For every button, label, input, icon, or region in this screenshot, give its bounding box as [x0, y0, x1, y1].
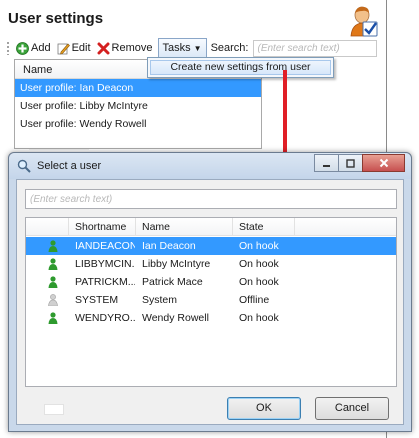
select-user-dialog: Select a user Shortname Name State I: [8, 152, 412, 432]
cell-shortname: IANDEACON: [75, 240, 135, 252]
remove-icon: [97, 42, 110, 54]
toolbar-grip[interactable]: [6, 41, 10, 55]
cell-state: On hook: [239, 240, 279, 252]
add-button[interactable]: Add: [13, 38, 54, 58]
list-item[interactable]: User profile: Libby McIntyre: [15, 97, 261, 115]
table-row[interactable]: SYSTEM System Offline: [26, 291, 396, 309]
cell-name: Libby McIntyre: [142, 258, 211, 270]
list-item-label: User profile: Wendy Rowell: [20, 118, 147, 130]
user-green-icon: [45, 273, 61, 291]
cell-state: On hook: [239, 276, 279, 288]
grid-header: Shortname Name State: [26, 218, 396, 236]
cell-name: Ian Deacon: [142, 240, 196, 252]
cell-state: On hook: [239, 258, 279, 270]
magnifier-icon: [17, 159, 31, 173]
menu-item-create-settings-from-user[interactable]: Create new settings from user: [150, 60, 331, 75]
dialog-titlebar[interactable]: Select a user: [9, 153, 411, 179]
tasks-menu-label: Tasks: [162, 42, 191, 54]
column-header-state[interactable]: State: [233, 218, 295, 236]
divider: [29, 149, 89, 150]
add-button-label: Add: [31, 42, 51, 54]
search-label: Search:: [210, 42, 249, 54]
column-header-icon[interactable]: [26, 218, 69, 236]
maximize-button[interactable]: [338, 154, 363, 172]
remove-button-label: Remove: [111, 42, 153, 54]
tasks-dropdown-menu: Create new settings from user: [147, 57, 334, 78]
user-check-icon: [350, 6, 378, 37]
user-search-input[interactable]: [25, 189, 397, 209]
edit-button-label: Edit: [71, 42, 91, 54]
table-row[interactable]: LIBBYMCIN... Libby McIntyre On hook: [26, 255, 396, 273]
user-grid: Shortname Name State IANDEACON Ian Deaco…: [25, 217, 397, 387]
page-title: User settings: [8, 10, 104, 27]
cell-shortname: SYSTEM: [75, 294, 119, 306]
search-input[interactable]: [253, 39, 378, 57]
cell-state: Offline: [239, 294, 270, 306]
tasks-menu-button[interactable]: Tasks ▼: [157, 38, 207, 58]
column-header-shortname[interactable]: Shortname: [69, 218, 136, 236]
edit-button[interactable]: Edit: [54, 38, 94, 58]
list-item-label: User profile: Libby McIntyre: [20, 100, 148, 112]
cell-name: System: [142, 294, 178, 306]
cell-shortname: WENDYRO...: [75, 312, 135, 324]
maximize-icon: [346, 158, 355, 168]
edit-icon: [57, 43, 70, 54]
column-header-name[interactable]: Name: [136, 218, 233, 236]
table-row[interactable]: WENDYRO... Wendy Rowell On hook: [26, 309, 396, 327]
list-item[interactable]: User profile: Wendy Rowell: [15, 115, 261, 133]
cell-name: Wendy Rowell: [142, 312, 209, 324]
list-item[interactable]: User profile: Ian Deacon: [15, 79, 261, 97]
cancel-button[interactable]: Cancel: [315, 397, 389, 420]
add-icon: [16, 41, 29, 55]
cell-shortname: LIBBYMCIN...: [75, 258, 135, 270]
cell-name: Patrick Mace: [142, 276, 203, 288]
user-gray-icon: [45, 291, 61, 309]
user-green-icon: [45, 255, 61, 273]
user-green-icon: [45, 309, 61, 327]
close-icon: [379, 158, 388, 168]
ok-button[interactable]: OK: [227, 397, 301, 420]
minimize-icon: [323, 164, 330, 167]
chevron-down-icon: ▼: [193, 43, 202, 53]
cell-shortname: PATRICKM...: [75, 276, 135, 288]
remove-button[interactable]: Remove: [94, 38, 156, 58]
dialog-title: Select a user: [37, 160, 102, 172]
cell-state: On hook: [239, 312, 279, 324]
table-row[interactable]: PATRICKM... Patrick Mace On hook: [26, 273, 396, 291]
minimize-button[interactable]: [314, 154, 339, 172]
status-indicator: [44, 404, 64, 415]
table-row[interactable]: IANDEACON Ian Deacon On hook: [26, 237, 396, 255]
user-green-icon: [45, 237, 61, 255]
list-item-label: User profile: Ian Deacon: [20, 82, 134, 94]
close-button[interactable]: [362, 154, 405, 172]
window-controls: [314, 154, 405, 172]
toolbar: Add Edit Remove Tasks ▼ Search:: [6, 38, 384, 58]
